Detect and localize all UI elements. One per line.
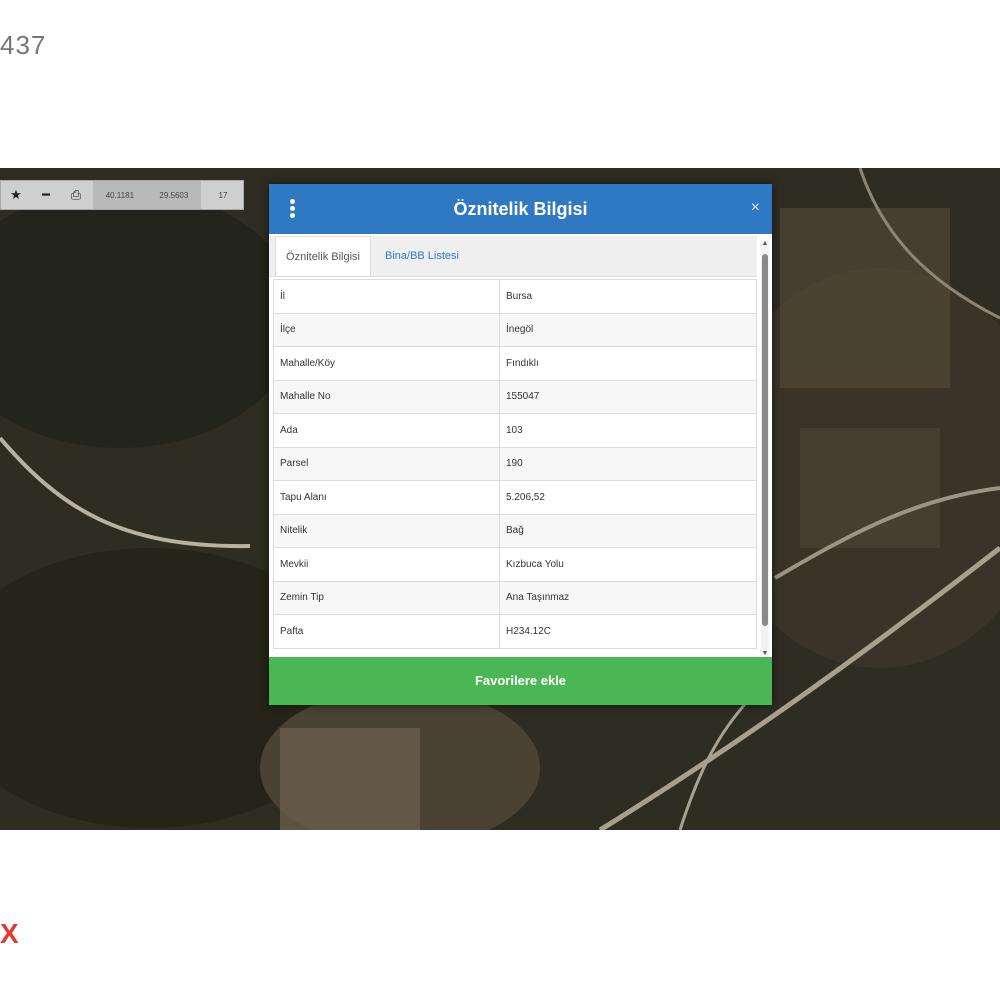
coordinate-readout: 40.1181 29.5603 bbox=[93, 181, 201, 209]
table-row: Zemin Tip Ana Taşınmaz bbox=[273, 580, 757, 615]
attribute-table: İl Bursa İlçe İnegöl Mahalle/Köy Fındıkl… bbox=[273, 279, 757, 649]
row-key: Mevkii bbox=[273, 547, 500, 582]
tab-building-list[interactable]: Bina/BB Listesi bbox=[385, 236, 459, 276]
attribute-dialog: Öznitelik Bilgisi × Öznitelik Bilgisi Bi… bbox=[269, 184, 772, 705]
row-value: H234.12C bbox=[499, 614, 757, 649]
coord-lat: 40.1181 bbox=[105, 190, 135, 200]
row-value: 103 bbox=[499, 413, 757, 448]
table-row: Tapu Alanı 5.206,52 bbox=[273, 480, 757, 515]
row-value: 155047 bbox=[499, 379, 757, 414]
row-key: Nitelik bbox=[273, 513, 500, 548]
table-row: İlçe İnegöl bbox=[273, 312, 757, 347]
row-value: 190 bbox=[499, 446, 757, 481]
table-row: Parsel 190 bbox=[273, 446, 757, 481]
close-icon[interactable]: × bbox=[751, 199, 760, 217]
table-row: İl Bursa bbox=[273, 279, 757, 314]
row-value: Bağ bbox=[499, 513, 757, 548]
table-row: Mahalle No 155047 bbox=[273, 379, 757, 414]
tab-attribute-info[interactable]: Öznitelik Bilgisi bbox=[275, 236, 371, 276]
table-row: Mevkii Kızbuca Yolu bbox=[273, 547, 757, 582]
table-row: Mahalle/Köy Fındıklı bbox=[273, 346, 757, 381]
add-to-favorites-button[interactable]: Favorilere ekle bbox=[269, 657, 772, 705]
table-row: Ada 103 bbox=[273, 413, 757, 448]
row-key: Mahalle No bbox=[273, 379, 500, 414]
row-value: Bursa bbox=[499, 279, 757, 314]
row-key: Mahalle/Köy bbox=[273, 346, 500, 381]
corner-mark: X bbox=[0, 918, 19, 949]
scroll-thumb[interactable] bbox=[762, 254, 768, 626]
row-key: Tapu Alanı bbox=[273, 480, 500, 515]
minus-icon[interactable]: ━ bbox=[31, 181, 61, 209]
row-value: Kızbuca Yolu bbox=[499, 547, 757, 582]
dialog-title: Öznitelik Bilgisi bbox=[453, 199, 588, 219]
scrollbar[interactable]: ▲ ▼ bbox=[761, 240, 769, 658]
row-value: İnegöl bbox=[499, 312, 757, 347]
corner-text: 437 bbox=[0, 30, 47, 60]
print-icon[interactable]: ⎙ bbox=[61, 181, 91, 209]
map-toolbar: ★ ━ ⎙ 40.1181 29.5603 17 bbox=[0, 180, 244, 210]
row-key: Parsel bbox=[273, 446, 500, 481]
row-key: İlçe bbox=[273, 312, 500, 347]
row-value: Ana Taşınmaz bbox=[499, 580, 757, 615]
row-key: Zemin Tip bbox=[273, 580, 500, 615]
row-value: 5.206,52 bbox=[499, 480, 757, 515]
row-key: Ada bbox=[273, 413, 500, 448]
table-row: Pafta H234.12C bbox=[273, 614, 757, 649]
scroll-up-icon[interactable]: ▲ bbox=[761, 240, 769, 248]
row-key: İl bbox=[273, 279, 500, 314]
star-icon[interactable]: ★ bbox=[1, 181, 31, 209]
coord-lon: 29.5603 bbox=[159, 190, 189, 200]
table-row: Nitelik Bağ bbox=[273, 513, 757, 548]
row-key: Pafta bbox=[273, 614, 500, 649]
row-value: Fındıklı bbox=[499, 346, 757, 381]
dialog-header: Öznitelik Bilgisi × bbox=[269, 184, 772, 234]
dialog-tabs: Öznitelik Bilgisi Bina/BB Listesi bbox=[269, 236, 757, 277]
zoom-level: 17 bbox=[218, 190, 228, 200]
